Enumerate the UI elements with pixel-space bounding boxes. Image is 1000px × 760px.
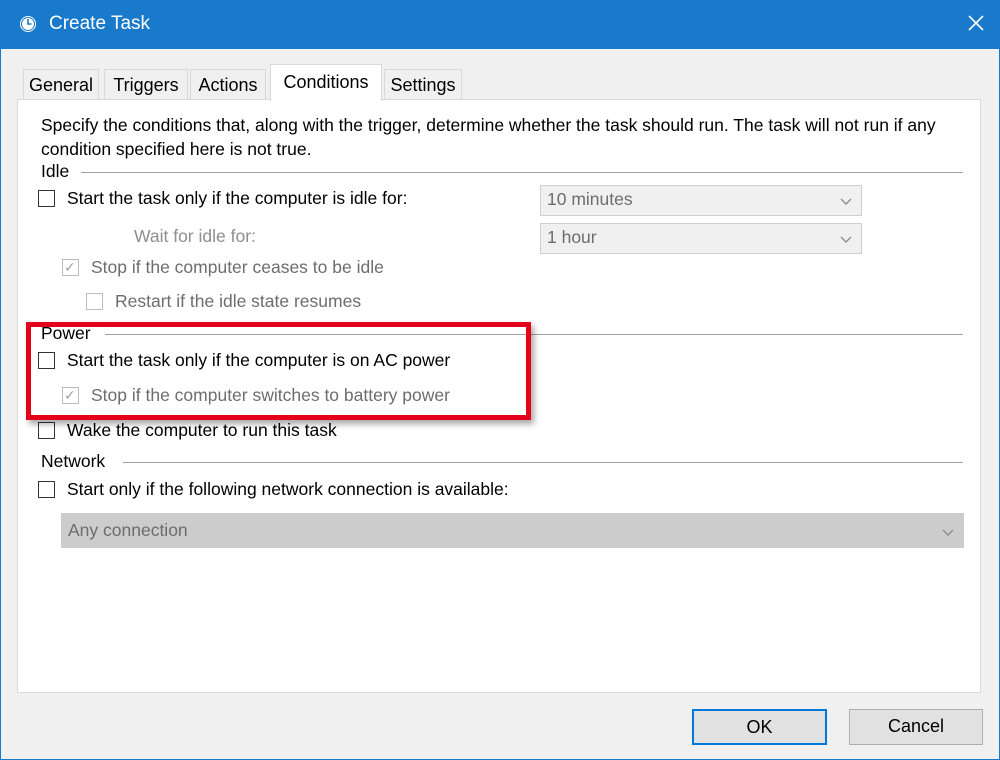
start-if-idle-checkbox[interactable]: Start the task only if the computer is i… — [38, 188, 407, 209]
wait-duration-dropdown[interactable]: 1 hour — [540, 223, 862, 254]
tab-triggers[interactable]: Triggers — [104, 69, 188, 99]
idle-duration-value: 10 minutes — [547, 189, 633, 209]
wake-computer-checkbox[interactable]: Wake the computer to run this task — [38, 420, 337, 441]
stop-if-not-idle-label: Stop if the computer ceases to be idle — [91, 257, 384, 277]
chevron-down-icon — [839, 230, 853, 251]
checkbox-box[interactable] — [38, 481, 55, 498]
chevron-down-icon — [839, 192, 853, 213]
restart-on-idle-label: Restart if the idle state resumes — [115, 291, 362, 311]
network-connection-value: Any connection — [68, 520, 188, 540]
checkmark-icon: ✓ — [64, 259, 76, 275]
wait-for-idle-label: Wait for idle for: — [134, 226, 256, 246]
annotation-highlight-box — [26, 322, 531, 420]
tab-general[interactable]: General — [23, 69, 99, 99]
chevron-down-icon — [941, 523, 955, 544]
network-label: Start only if the following network conn… — [67, 479, 509, 499]
network-group-line — [123, 462, 963, 463]
idle-group-label: Idle — [41, 161, 76, 182]
window-title: Create Task — [49, 13, 151, 34]
network-connection-dropdown[interactable]: Any connection — [61, 513, 964, 548]
idle-group-line — [81, 172, 963, 173]
network-checkbox[interactable]: Start only if the following network conn… — [38, 479, 509, 500]
restart-on-idle-checkbox[interactable]: Restart if the idle state resumes — [86, 291, 361, 312]
tab-actions[interactable]: Actions — [190, 69, 266, 99]
checkbox-box[interactable] — [86, 293, 103, 310]
clock-icon — [19, 15, 37, 33]
conditions-description: Specify the conditions that, along with … — [41, 115, 936, 159]
idle-duration-dropdown[interactable]: 10 minutes — [540, 185, 862, 216]
wake-computer-label: Wake the computer to run this task — [67, 420, 337, 440]
ok-button[interactable]: OK — [692, 709, 827, 745]
network-group-label: Network — [41, 451, 112, 472]
close-button[interactable] — [953, 1, 999, 49]
checkbox-box[interactable] — [38, 422, 55, 439]
start-if-idle-label: Start the task only if the computer is i… — [67, 188, 408, 208]
stop-if-not-idle-checkbox[interactable]: ✓ Stop if the computer ceases to be idle — [62, 257, 384, 278]
checkbox-box[interactable] — [38, 190, 55, 207]
create-task-window: Create Task General Triggers Actions Con… — [0, 0, 1000, 760]
tab-settings[interactable]: Settings — [384, 69, 462, 99]
wait-duration-value: 1 hour — [547, 227, 597, 247]
checkbox-box[interactable]: ✓ — [62, 259, 79, 276]
close-icon — [968, 14, 984, 36]
tab-conditions[interactable]: Conditions — [270, 64, 382, 101]
title-bar[interactable]: Create Task — [1, 1, 999, 49]
cancel-button[interactable]: Cancel — [849, 709, 983, 745]
